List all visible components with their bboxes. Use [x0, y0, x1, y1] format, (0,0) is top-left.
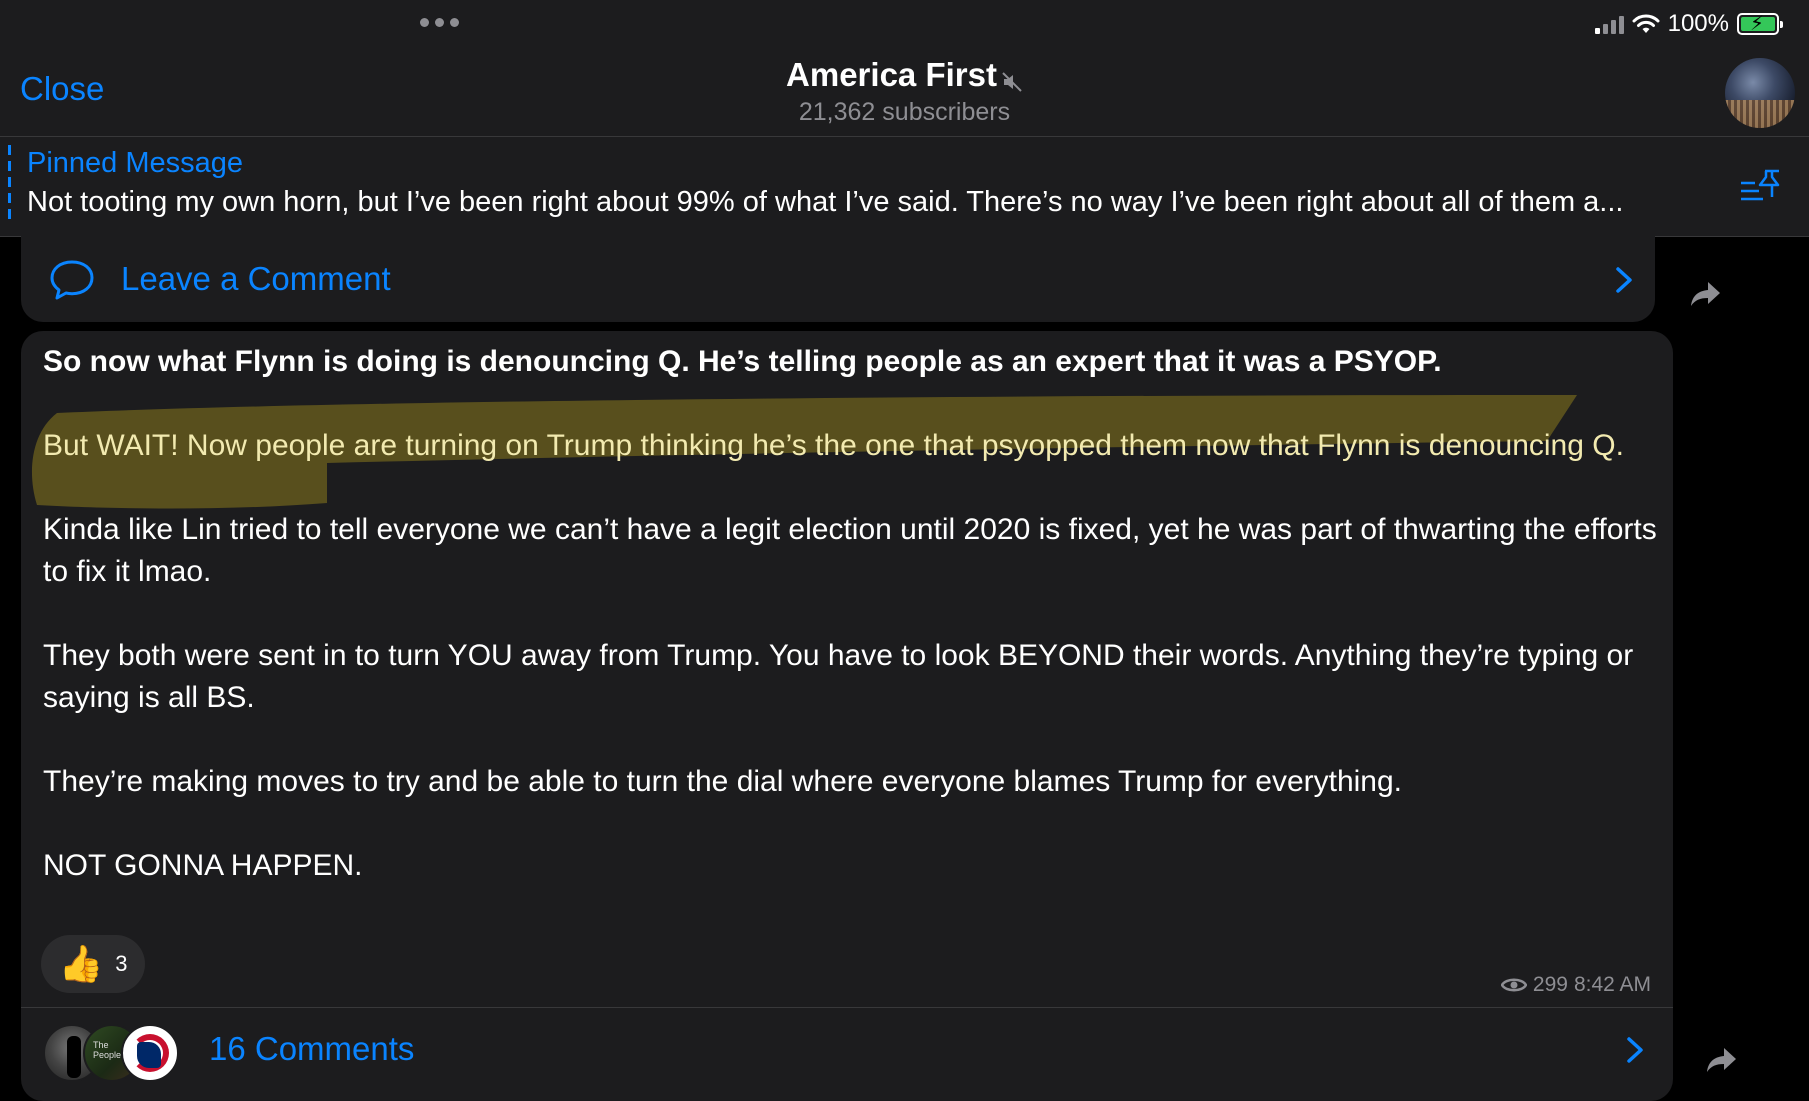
thumbs-up-reaction[interactable]: 👍 3	[41, 935, 145, 993]
cellular-signal-icon	[1594, 14, 1624, 34]
wifi-icon	[1632, 14, 1660, 33]
pinned-list-icon[interactable]	[1739, 167, 1783, 207]
chevron-right-icon	[1616, 267, 1632, 293]
channel-post[interactable]: So now what Flynn is doing is denouncing…	[21, 331, 1673, 1101]
pinned-message-bar[interactable]: Pinned Message Not tooting my own horn, …	[0, 137, 1809, 237]
eye-icon	[1500, 978, 1527, 992]
post-paragraph: NOT GONNA HAPPEN.	[43, 849, 363, 882]
post-paragraph: So now what Flynn is doing is denouncing…	[43, 345, 1442, 378]
channel-title-block[interactable]: America First 21,362 subscribers	[0, 56, 1809, 127]
channel-header: Close America First 21,362 subscribers	[0, 48, 1809, 137]
pinned-indicator	[8, 145, 11, 225]
multitasking-dots-icon[interactable]	[420, 18, 459, 27]
post-meta: 299 8:42 AM	[1500, 973, 1651, 997]
post-paragraph: Kinda like Lin tried to tell everyone we…	[43, 513, 1657, 588]
comments-row[interactable]: The People 16 Comments	[21, 1008, 1673, 1088]
post-paragraph: They both were sent in to turn YOU away …	[43, 639, 1634, 714]
share-forward-icon[interactable]	[1706, 1046, 1738, 1074]
leave-comment-label: Leave a Comment	[121, 260, 391, 297]
pinned-title: Pinned Message	[27, 147, 244, 179]
thumbs-up-icon: 👍	[58, 943, 104, 984]
chevron-right-icon	[1627, 1037, 1643, 1063]
channel-title: America First	[786, 56, 997, 93]
view-count: 299	[1532, 973, 1568, 996]
commenter-avatar	[121, 1024, 179, 1082]
post-time: 8:42 AM	[1573, 973, 1651, 996]
leave-comment-row[interactable]: Leave a Comment	[21, 236, 1655, 322]
status-indicators: 100% ⚡	[1594, 10, 1783, 38]
channel-avatar[interactable]	[1725, 58, 1795, 128]
battery-percent: 100%	[1667, 10, 1729, 37]
reaction-count: 3	[115, 951, 128, 976]
subscriber-count: 21,362 subscribers	[798, 98, 1011, 126]
pinned-text: Not tooting my own horn, but I’ve been r…	[27, 186, 1624, 218]
comments-count-label: 16 Comments	[209, 1030, 415, 1067]
post-paragraph-highlighted: But WAIT! Now people are turning on Trum…	[43, 429, 1624, 462]
muted-speaker-icon	[1002, 72, 1022, 92]
post-paragraph: They’re making moves to try and be able …	[43, 765, 1403, 798]
battery-charging-icon: ⚡	[1737, 13, 1783, 35]
comment-bubble-icon	[50, 260, 94, 300]
share-forward-icon[interactable]	[1690, 280, 1722, 308]
post-text: So now what Flynn is doing is denouncing…	[43, 341, 1663, 929]
status-bar: 100% ⚡	[0, 0, 1809, 48]
